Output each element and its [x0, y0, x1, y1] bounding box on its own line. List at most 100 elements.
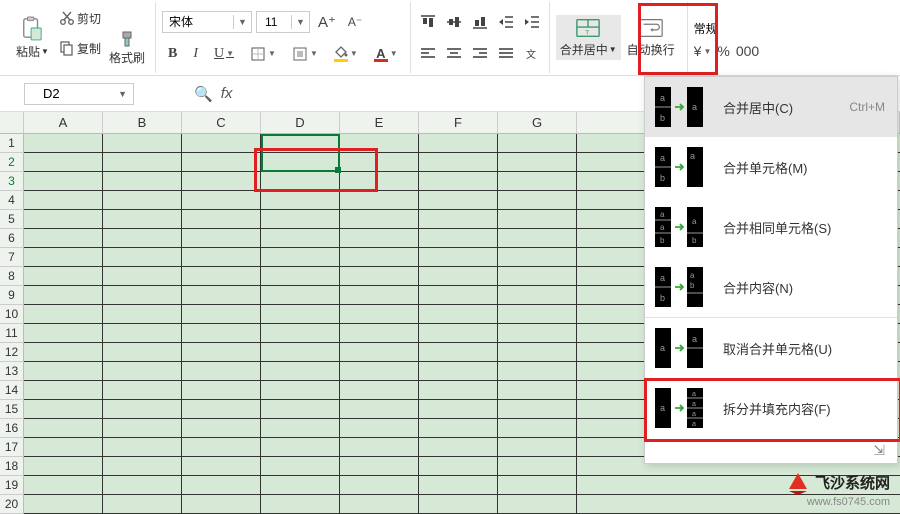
cell[interactable]: [498, 362, 577, 381]
cell[interactable]: [261, 324, 340, 343]
row-head[interactable]: 17: [0, 438, 24, 457]
cell[interactable]: [261, 362, 340, 381]
paste-button[interactable]: 粘贴▼: [10, 11, 55, 64]
justify-distribute-button[interactable]: [495, 45, 517, 63]
cell[interactable]: [182, 134, 261, 153]
cell[interactable]: [340, 153, 419, 172]
cell[interactable]: [24, 495, 103, 514]
underline-button[interactable]: U▼: [208, 42, 240, 66]
cell[interactable]: [261, 419, 340, 438]
cell[interactable]: [103, 419, 182, 438]
italic-button[interactable]: I: [187, 42, 204, 66]
col-head-g[interactable]: G: [498, 112, 577, 134]
cell[interactable]: [261, 400, 340, 419]
cell[interactable]: [340, 210, 419, 229]
cell[interactable]: [103, 457, 182, 476]
row-head[interactable]: 18: [0, 457, 24, 476]
row-head[interactable]: 7: [0, 248, 24, 267]
dd-split-fill[interactable]: aaaaa 拆分并填充内容(F): [645, 378, 897, 438]
cell[interactable]: [24, 305, 103, 324]
increase-font-button[interactable]: A⁺: [314, 11, 340, 33]
cell[interactable]: [340, 457, 419, 476]
cell[interactable]: [498, 153, 577, 172]
cell[interactable]: [24, 134, 103, 153]
cell[interactable]: [24, 191, 103, 210]
cell[interactable]: [24, 229, 103, 248]
cell[interactable]: [419, 210, 498, 229]
cell[interactable]: [182, 229, 261, 248]
row-head[interactable]: 10: [0, 305, 24, 324]
dd-unmerge[interactable]: aa 取消合并单元格(U): [645, 318, 897, 378]
cell[interactable]: [24, 362, 103, 381]
cell[interactable]: [103, 267, 182, 286]
cell[interactable]: [419, 362, 498, 381]
align-middle-button[interactable]: [443, 13, 465, 31]
name-box[interactable]: D2 ▼: [24, 83, 134, 105]
format-painter-button[interactable]: 格式刷: [105, 29, 149, 68]
cell[interactable]: [498, 324, 577, 343]
cell[interactable]: [498, 438, 577, 457]
search-icon[interactable]: 🔍: [194, 85, 213, 103]
cell[interactable]: [419, 229, 498, 248]
cell[interactable]: [24, 248, 103, 267]
align-right-button[interactable]: [469, 45, 491, 63]
cell[interactable]: [498, 305, 577, 324]
dd-merge-center[interactable]: aba 合并居中(C) Ctrl+M: [645, 77, 897, 137]
cell[interactable]: [498, 286, 577, 305]
orientation-button[interactable]: 文: [521, 45, 543, 63]
cell[interactable]: [103, 305, 182, 324]
cell[interactable]: [498, 229, 577, 248]
cell[interactable]: [419, 419, 498, 438]
row-head[interactable]: 19: [0, 476, 24, 495]
row-head[interactable]: 11: [0, 324, 24, 343]
percent-button[interactable]: %: [717, 43, 729, 59]
cell[interactable]: [103, 229, 182, 248]
cell[interactable]: [340, 495, 419, 514]
thousands-button[interactable]: 000: [736, 43, 759, 59]
cell[interactable]: [498, 419, 577, 438]
cell[interactable]: [498, 476, 577, 495]
row-head[interactable]: 14: [0, 381, 24, 400]
cell[interactable]: [24, 457, 103, 476]
cell[interactable]: [340, 248, 419, 267]
merge-center-button[interactable]: T 合并居中▼: [556, 15, 621, 60]
row-head[interactable]: 2: [0, 153, 24, 172]
cell[interactable]: [182, 153, 261, 172]
row-head[interactable]: 16: [0, 419, 24, 438]
cell[interactable]: [340, 305, 419, 324]
font-family-select[interactable]: 宋体 ▼: [162, 11, 252, 33]
cell[interactable]: [24, 153, 103, 172]
cell[interactable]: [340, 343, 419, 362]
cell[interactable]: [182, 191, 261, 210]
cell[interactable]: [419, 286, 498, 305]
cell[interactable]: [24, 419, 103, 438]
cell[interactable]: [103, 343, 182, 362]
align-bottom-button[interactable]: [469, 13, 491, 31]
row-head[interactable]: 5: [0, 210, 24, 229]
cell[interactable]: [340, 381, 419, 400]
cell[interactable]: [261, 438, 340, 457]
cell[interactable]: [340, 286, 419, 305]
cell[interactable]: [261, 495, 340, 514]
cell[interactable]: [498, 210, 577, 229]
col-head-e[interactable]: E: [340, 112, 419, 134]
cell[interactable]: [103, 362, 182, 381]
row-head[interactable]: 13: [0, 362, 24, 381]
cell[interactable]: [182, 305, 261, 324]
cell[interactable]: [182, 172, 261, 191]
cell[interactable]: [182, 400, 261, 419]
cell[interactable]: [103, 248, 182, 267]
row-head[interactable]: 1: [0, 134, 24, 153]
cell[interactable]: [182, 362, 261, 381]
cell[interactable]: [24, 324, 103, 343]
cell[interactable]: [24, 172, 103, 191]
row-head[interactable]: 12: [0, 343, 24, 362]
cell[interactable]: [182, 248, 261, 267]
align-left-button[interactable]: [417, 45, 439, 63]
cell[interactable]: [103, 324, 182, 343]
cell[interactable]: [103, 495, 182, 514]
cell[interactable]: [261, 248, 340, 267]
row-head[interactable]: 3: [0, 172, 24, 191]
cell[interactable]: [24, 476, 103, 495]
cell[interactable]: [498, 172, 577, 191]
